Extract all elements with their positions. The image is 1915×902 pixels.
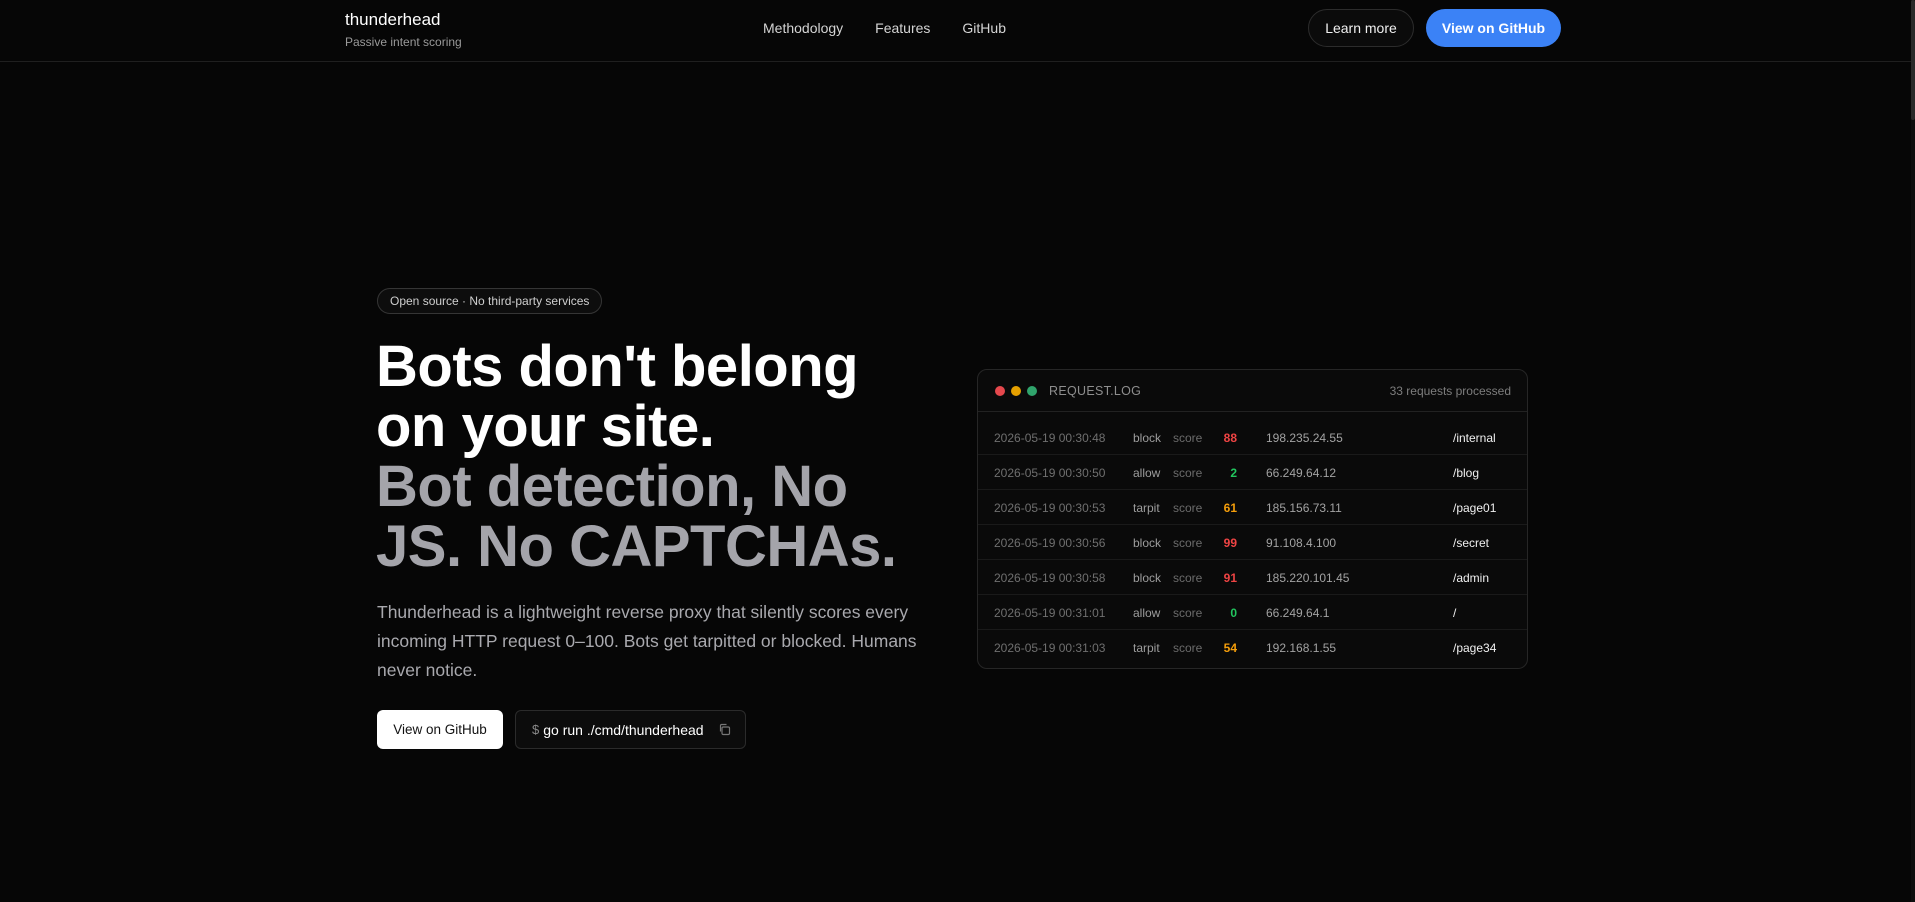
log-score-label: score <box>1173 606 1203 620</box>
log-row: 2026-05-19 00:30:48 block score 88 198.235.2… <box>978 420 1527 455</box>
log-score-label: score <box>1173 431 1203 445</box>
log-action: block <box>1133 431 1162 445</box>
nav-link-github[interactable]: GitHub <box>962 20 1006 36</box>
open-source-badge: Open source · No third-party services <box>377 288 603 314</box>
nav-link-methodology[interactable]: Methodology <box>763 20 843 36</box>
log-action: tarpit <box>1133 501 1160 515</box>
hero-description: Thunderhead is a lightweight reverse pro… <box>377 602 917 680</box>
headline-line-4: JS. No CAPTCHAs. <box>376 514 897 579</box>
log-ip: 192.168.1.55 <box>1266 641 1337 655</box>
window-close-dot-icon <box>995 385 1005 396</box>
log-action: allow <box>1133 466 1161 480</box>
log-score: 91 <box>1223 571 1237 585</box>
log-row: 2026-05-19 00:30:58 block score 91 185.220.1… <box>978 560 1527 595</box>
log-path: /page01 <box>1453 501 1497 515</box>
log-path: /page34 <box>1453 641 1497 655</box>
log-score: 88 <box>1223 431 1237 445</box>
log-ip: 66.249.64.1 <box>1266 606 1330 620</box>
headline-line-3: Bot detection, No <box>376 454 848 519</box>
log-ip: 185.156.73.11 <box>1266 501 1342 515</box>
log-action: allow <box>1133 606 1161 620</box>
log-timestamp: 2026-05-19 00:31:01 <box>994 606 1106 620</box>
log-timestamp: 2026-05-19 00:31:03 <box>994 641 1106 655</box>
view-on-github-button[interactable]: View on GitHub <box>1426 9 1561 47</box>
brand-tagline: Passive intent scoring <box>345 35 462 49</box>
log-timestamp: 2026-05-19 00:30:50 <box>994 466 1106 480</box>
log-score-label: score <box>1173 466 1203 480</box>
log-row: 2026-05-19 00:30:56 block score 99 91.108.4.… <box>978 525 1527 560</box>
learn-more-button[interactable]: Learn more <box>1308 9 1414 47</box>
nav-link-features[interactable]: Features <box>875 20 930 36</box>
window-maximize-dot-icon <box>1027 385 1037 396</box>
log-row: 2026-05-19 00:30:50 allow score 2 66.249.64.… <box>978 455 1527 490</box>
log-ip: 185.220.101.45 <box>1266 571 1350 585</box>
log-action: tarpit <box>1133 641 1160 655</box>
log-score: 0 <box>1230 606 1237 620</box>
log-row: 2026-05-19 00:31:03 tarpit score 54 192.168.… <box>978 630 1527 665</box>
log-path: /blog <box>1453 466 1480 480</box>
log-action: block <box>1133 536 1162 550</box>
brand-name: thunderhead <box>345 10 441 29</box>
request-log-rows: 2026-05-19 00:30:48 block score 88 198.235.2… <box>978 412 1527 665</box>
log-ip: 91.108.4.100 <box>1266 536 1337 550</box>
log-score: 54 <box>1223 641 1237 655</box>
hero-headline: Bots don't belong on your site. Bot dete… <box>376 337 936 577</box>
window-minimize-dot-icon <box>1011 385 1021 396</box>
scrollbar-thumb[interactable] <box>1911 0 1915 120</box>
landing-page: thunderhead Passive intent scoring Metho… <box>0 0 1915 902</box>
log-timestamp: 2026-05-19 00:30:56 <box>994 536 1106 550</box>
log-row: 2026-05-19 00:31:01 allow score 0 66.249.64.… <box>978 595 1527 630</box>
log-path: /admin <box>1453 571 1490 585</box>
request-log-header: REQUEST.LOG 33 requests processed <box>978 370 1527 412</box>
command-snippet[interactable]: $ go run ./cmd/thunderhead <box>515 710 746 749</box>
command-text: go run ./cmd/thunderhead <box>543 721 704 738</box>
log-timestamp: 2026-05-19 00:30:48 <box>994 431 1106 445</box>
log-score: 2 <box>1230 466 1237 480</box>
log-score: 99 <box>1223 536 1237 550</box>
log-row: 2026-05-19 00:30:53 tarpit score 61 185.156.… <box>978 490 1527 525</box>
page-scrollbar[interactable] <box>1911 0 1915 902</box>
top-nav-bar: thunderhead Passive intent scoring Metho… <box>0 0 1911 62</box>
headline-line-1: Bots don't belong <box>376 334 859 399</box>
request-log-panel: REQUEST.LOG 33 requests processed 2026-0… <box>977 369 1528 669</box>
requests-processed-count: 33 requests processed <box>1389 383 1511 398</box>
log-score-label: score <box>1173 501 1203 515</box>
log-score-label: score <box>1173 571 1203 585</box>
log-timestamp: 2026-05-19 00:30:53 <box>994 501 1106 515</box>
copy-icon[interactable] <box>718 723 731 736</box>
request-log-title: REQUEST.LOG <box>1049 383 1142 398</box>
log-score-label: score <box>1173 536 1203 550</box>
log-score-label: score <box>1173 641 1203 655</box>
log-timestamp: 2026-05-19 00:30:58 <box>994 571 1106 585</box>
log-path: /secret <box>1453 536 1490 550</box>
brand[interactable]: thunderhead Passive intent scoring <box>345 10 462 49</box>
log-path: /internal <box>1453 431 1496 445</box>
main-nav: Methodology Features GitHub <box>763 20 1006 36</box>
log-score: 61 <box>1223 501 1237 515</box>
log-action: block <box>1133 571 1162 585</box>
headline-line-2: on your site. <box>376 394 715 459</box>
log-ip: 66.249.64.12 <box>1266 466 1337 480</box>
log-path: / <box>1453 606 1457 620</box>
prompt-symbol: $ <box>532 722 540 737</box>
log-ip: 198.235.24.55 <box>1266 431 1343 445</box>
hero-github-button[interactable]: View on GitHub <box>377 710 503 749</box>
